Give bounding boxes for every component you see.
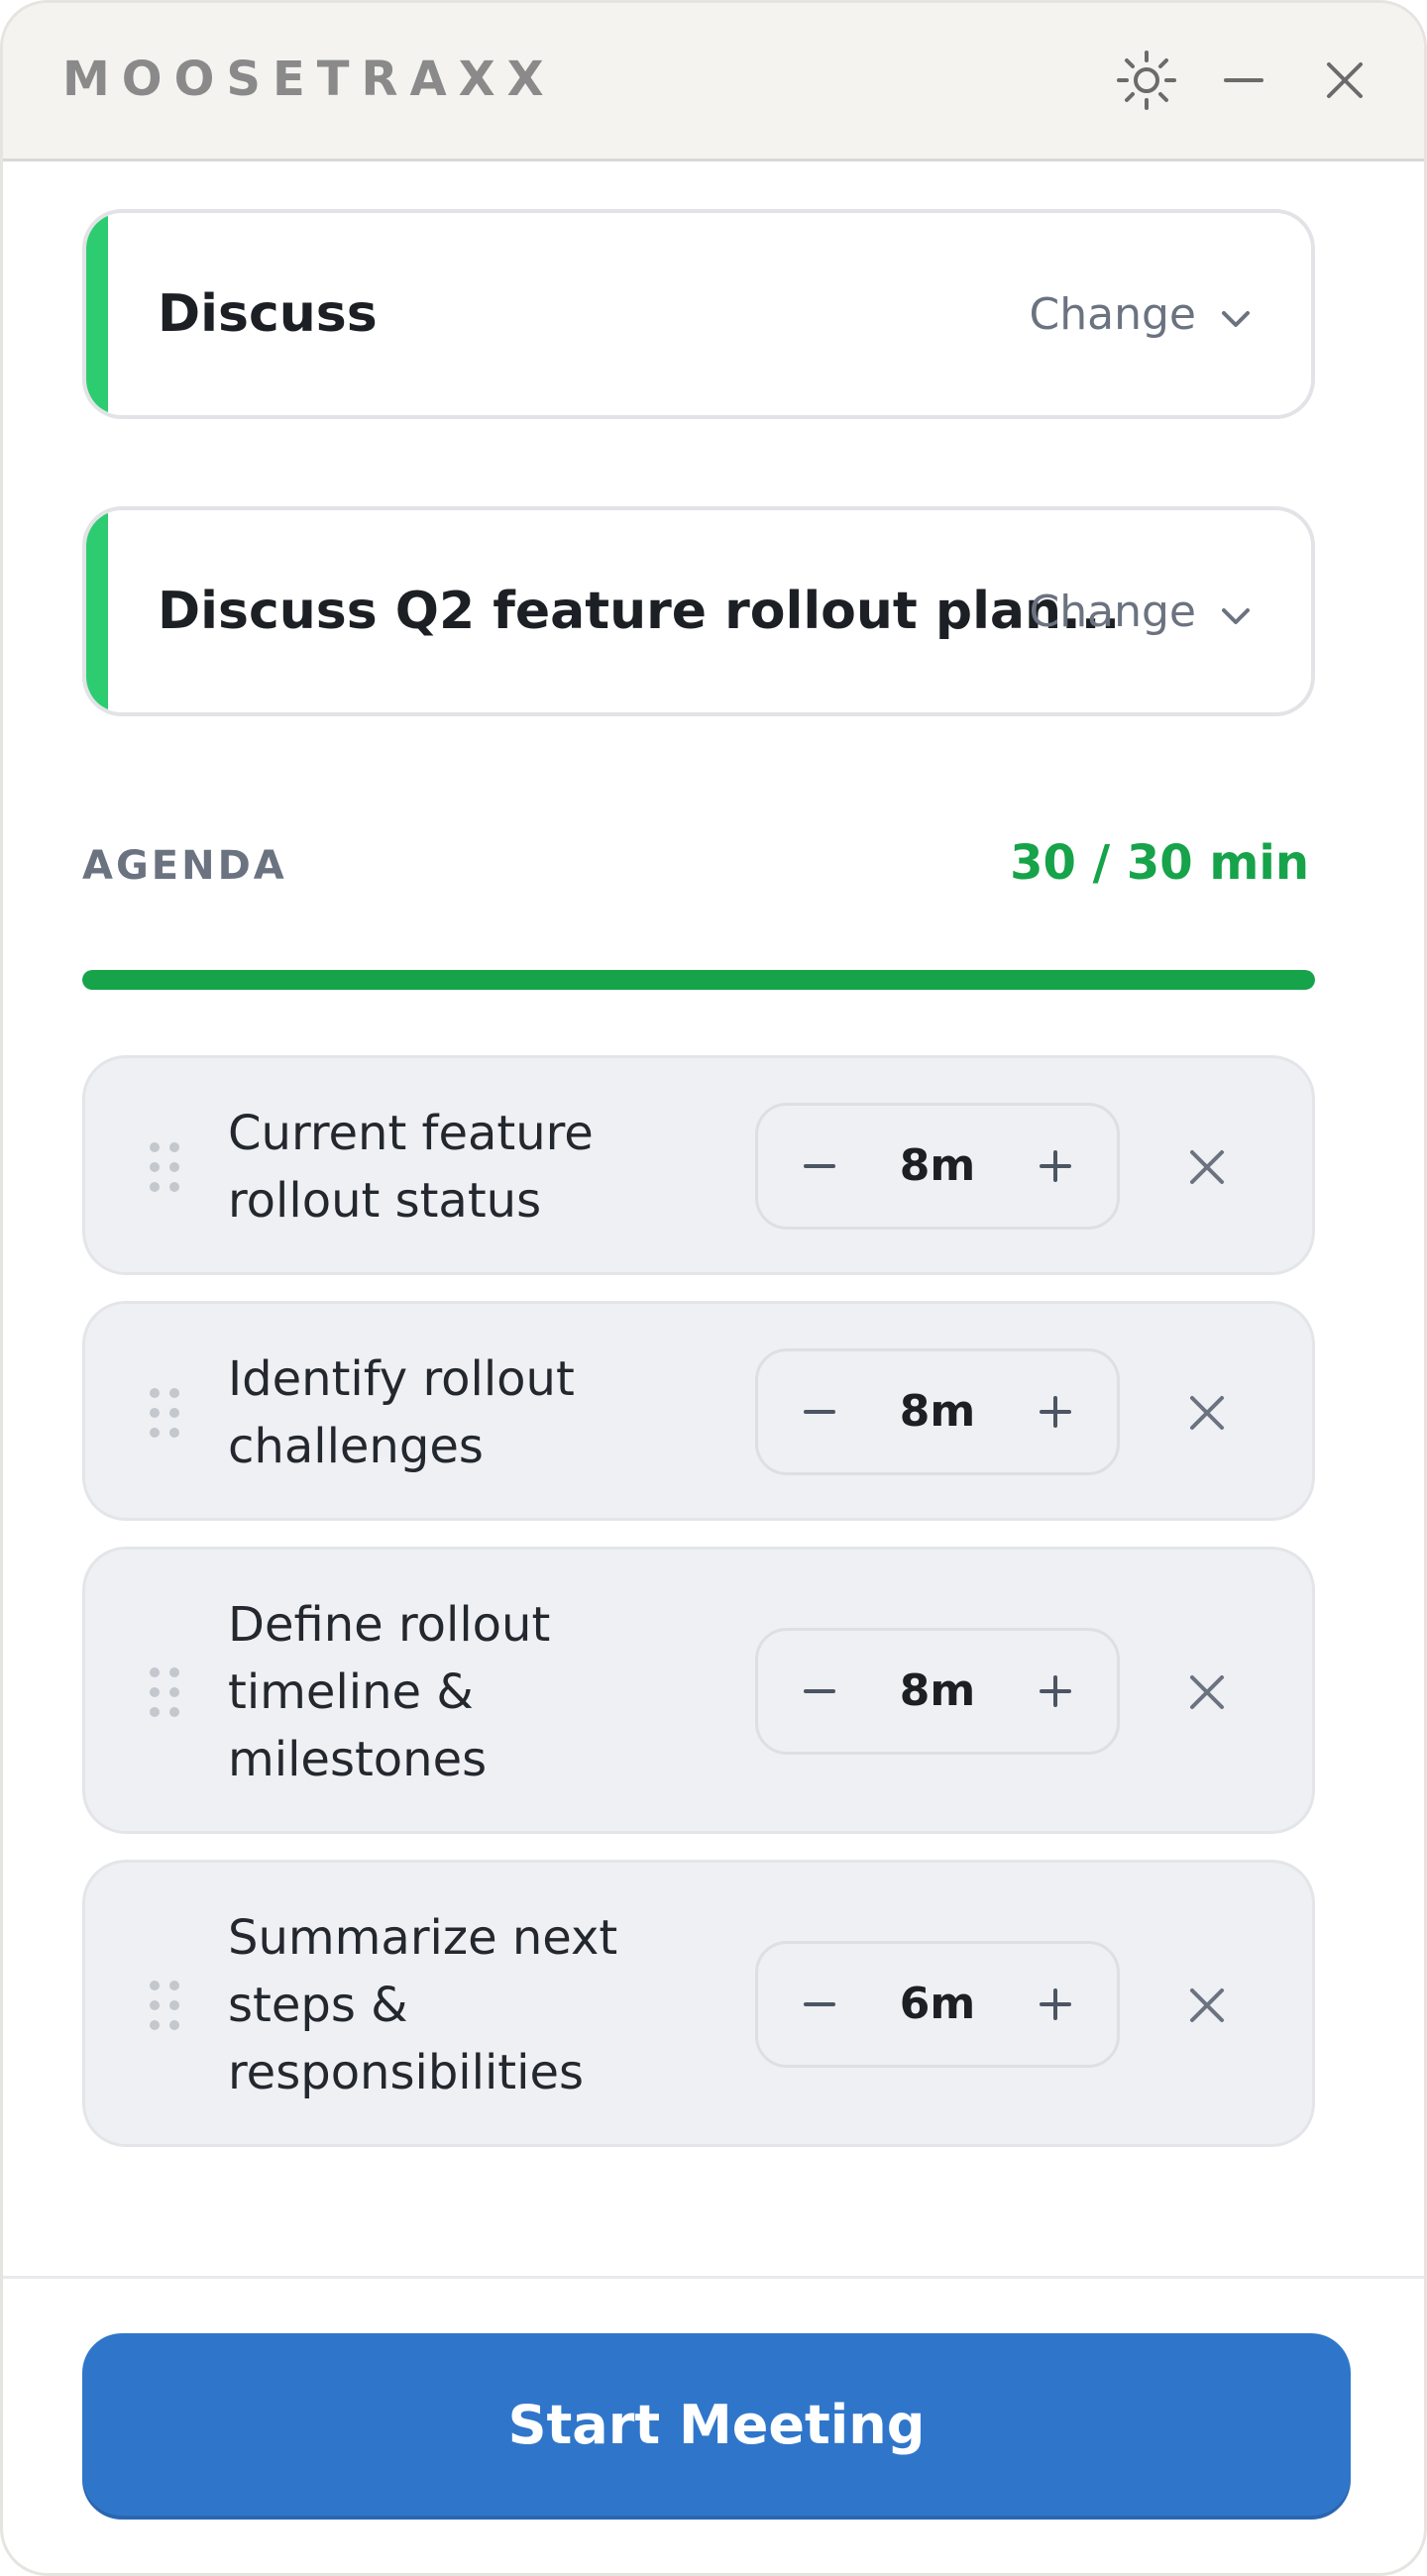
agenda-heading: AGENDA xyxy=(82,843,287,889)
increase-duration-button[interactable] xyxy=(1006,1351,1105,1472)
meeting-topic-selector[interactable]: Discuss Q2 feature rollout plan... Chang… xyxy=(82,506,1315,716)
agenda-item-title: Identify rollout challenges xyxy=(228,1351,575,1474)
duration-value: 8m xyxy=(899,1386,976,1437)
remove-item-icon[interactable] xyxy=(1175,1381,1239,1445)
selector-accent-bar xyxy=(86,213,108,415)
change-label: Change xyxy=(1029,586,1196,637)
agenda-item[interactable]: Define rollout timeline & milestones 8m xyxy=(82,1547,1315,1834)
increase-duration-button[interactable] xyxy=(1006,1106,1105,1227)
meeting-type-selector[interactable]: Discuss Change xyxy=(82,209,1315,419)
agenda-progress-fill xyxy=(82,970,1315,990)
duration-value: 8m xyxy=(899,1140,976,1191)
increase-duration-button[interactable] xyxy=(1006,1944,1105,2065)
app-title: MOOSETRAXX xyxy=(62,52,556,107)
meeting-topic-change-button[interactable]: Change xyxy=(1030,510,1252,712)
drag-handle-icon[interactable] xyxy=(145,1385,184,1441)
duration-stepper[interactable]: 8m xyxy=(755,1348,1120,1475)
duration-stepper[interactable]: 6m xyxy=(755,1941,1120,2068)
agenda-item[interactable]: Current feature rollout status 8m xyxy=(82,1055,1315,1275)
selector-accent-bar xyxy=(86,510,108,712)
meeting-topic-value: Discuss Q2 feature rollout plan... xyxy=(158,582,1121,641)
drag-handle-icon[interactable] xyxy=(145,1978,184,2033)
title-bar[interactable]: MOOSETRAXX xyxy=(3,3,1424,161)
agenda-item[interactable]: Identify rollout challenges 8m xyxy=(82,1301,1315,1521)
agenda-total-time: 30 / 30 min xyxy=(1010,835,1309,891)
agenda-progress-bar xyxy=(82,970,1315,990)
close-icon[interactable] xyxy=(1307,43,1382,118)
agenda-item-title: Summarize next steps & responsibilities xyxy=(228,1910,618,2100)
agenda-item-title: Current feature rollout status xyxy=(228,1106,594,1229)
duration-value: 8m xyxy=(899,1665,976,1716)
start-meeting-button[interactable]: Start Meeting xyxy=(82,2333,1351,2516)
decrease-duration-button[interactable] xyxy=(770,1944,869,2065)
decrease-duration-button[interactable] xyxy=(770,1106,869,1227)
app-window: MOOSETRAXX Discuss Change Discuss Q2 fea… xyxy=(0,0,1427,2576)
meeting-type-value: Discuss xyxy=(158,284,378,344)
remove-item-icon[interactable] xyxy=(1175,1974,1239,2037)
duration-stepper[interactable]: 8m xyxy=(755,1628,1120,1755)
chevron-down-icon xyxy=(1220,587,1252,637)
footer-divider xyxy=(3,2276,1424,2279)
increase-duration-button[interactable] xyxy=(1006,1631,1105,1752)
change-label: Change xyxy=(1029,288,1196,340)
chevron-down-icon xyxy=(1220,289,1252,340)
drag-handle-icon[interactable] xyxy=(145,1664,184,1720)
drag-handle-icon[interactable] xyxy=(145,1139,184,1195)
sun-icon[interactable] xyxy=(1109,43,1184,118)
remove-item-icon[interactable] xyxy=(1175,1661,1239,1724)
decrease-duration-button[interactable] xyxy=(770,1631,869,1752)
duration-stepper[interactable]: 8m xyxy=(755,1103,1120,1230)
minimize-icon[interactable] xyxy=(1206,43,1281,118)
decrease-duration-button[interactable] xyxy=(770,1351,869,1472)
agenda-item-title: Define rollout timeline & milestones xyxy=(228,1597,551,1787)
duration-value: 6m xyxy=(899,1979,976,2029)
remove-item-icon[interactable] xyxy=(1175,1135,1239,1199)
agenda-item[interactable]: Summarize next steps & responsibilities … xyxy=(82,1860,1315,2147)
meeting-type-change-button[interactable]: Change xyxy=(1030,213,1252,415)
